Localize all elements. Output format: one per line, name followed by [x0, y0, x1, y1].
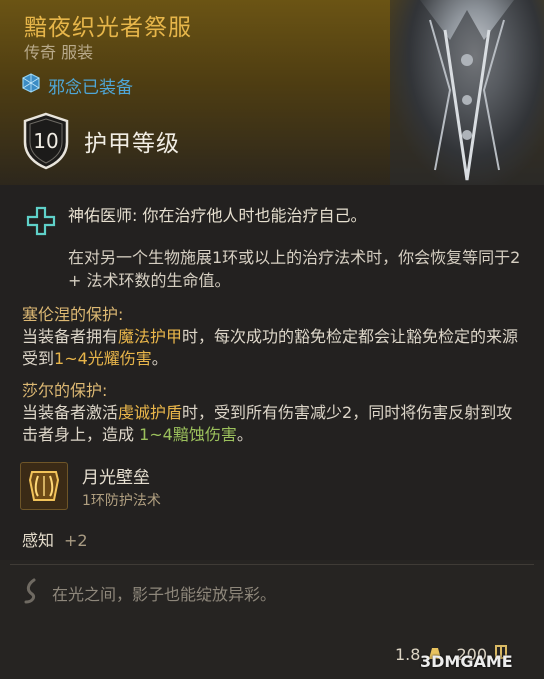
spell-level: 1环防护法术: [82, 492, 161, 509]
armor-class-label: 护甲等级: [84, 131, 180, 157]
selune-protection-text: 当装备者拥有魔法护甲时，每次成功的豁免检定都会让豁免检定的来源受到1~4光耀伤害…: [22, 327, 519, 368]
shield-icon: 10: [22, 112, 70, 170]
spell-name: 月光壁垒: [82, 467, 150, 488]
shar-protection: 莎尔的保护: 当装备者激活虔诚护盾时，受到所有伤害减少2，同时将伤害反射到攻击者…: [22, 380, 522, 446]
equipped-gem-icon: [22, 73, 40, 97]
weight-value: 1.8: [395, 644, 421, 664]
selune-protection: 塞伦涅的保护: 当装备者拥有魔法护甲时，每次成功的豁免检定都会让豁免检定的来源受…: [22, 304, 522, 370]
item-name: 黯夜织光者祭服: [24, 15, 192, 41]
healing-cross-icon: [26, 206, 56, 236]
footer-divider: [10, 564, 534, 565]
quill-icon: [20, 578, 40, 608]
radiant-damage-value: 1~4光耀伤害: [54, 349, 152, 368]
necrotic-damage-value: 1~4黯蚀伤害: [139, 425, 237, 444]
stat-bonus: 感知 +2: [22, 527, 88, 551]
granted-spell[interactable]: 月光壁垒 1环防护法术: [20, 462, 161, 510]
armor-class-row: 10 护甲等级: [22, 112, 180, 170]
armor-class-value: 10: [33, 129, 59, 153]
passive-description: 在对另一个生物施展1环或以上的治疗法术时，你会恢复等同于2 + 法术环数的生命值…: [68, 248, 521, 290]
armor-portrait: [390, 0, 544, 185]
mage-armour-keyword[interactable]: 魔法护甲: [118, 327, 182, 346]
equip-status: 邪念已装备: [22, 73, 133, 98]
flavor-row: 在光之间，影子也能绽放异彩。: [20, 578, 276, 608]
item-rarity-type: 传奇 服装: [24, 43, 94, 62]
watermark: 3DMGAME: [420, 652, 513, 671]
equip-status-label: 邪念已装备: [48, 77, 133, 98]
passive-name: 神佑医师: 你在治疗他人时也能治疗自己。: [68, 206, 367, 225]
stat-value: +2: [64, 531, 88, 550]
shar-protection-text: 当装备者激活虔诚护盾时，受到所有伤害减少2，同时将伤害反射到攻击者身上，造成 1…: [22, 403, 513, 444]
shield-of-faith-keyword[interactable]: 虔诚护盾: [118, 403, 182, 422]
stat-label: 感知: [22, 531, 55, 550]
flavor-text: 在光之间，影子也能绽放异彩。: [52, 585, 277, 604]
moonlight-bulwark-icon[interactable]: [20, 462, 68, 510]
shar-protection-title: 莎尔的保护:: [22, 381, 108, 400]
selune-protection-title: 塞伦涅的保护:: [22, 305, 124, 324]
